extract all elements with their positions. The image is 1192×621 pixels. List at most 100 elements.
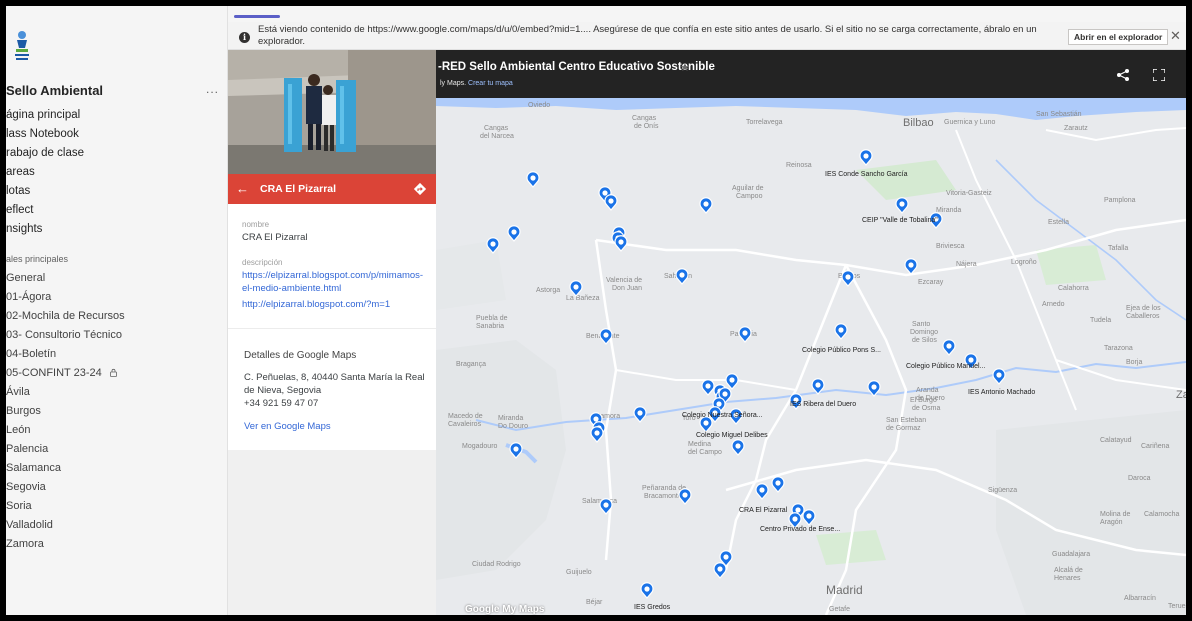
svg-text:de Silos: de Silos	[912, 337, 937, 344]
open-in-browser-button[interactable]: Abrir en el explorador	[1068, 29, 1169, 45]
team-title[interactable]: Sello Ambiental	[6, 83, 103, 98]
place-header-bar: ← CRA El Pizarral	[228, 174, 436, 204]
google-my-maps-logo: Google My Maps	[465, 604, 545, 615]
map-subtitle-prefix: ly Maps.	[440, 80, 467, 87]
channel-segovia[interactable]: Segovia	[6, 481, 46, 493]
svg-text:Ciudad Rodrigo: Ciudad Rodrigo	[472, 561, 521, 568]
descripcion-link-blog-page[interactable]: https://elpizarral.blogspot.com/p/mimamo…	[242, 269, 427, 295]
channel-leon[interactable]: León	[6, 424, 30, 436]
svg-text:Calatayud: Calatayud	[1100, 437, 1132, 444]
svg-text:Madrid: Madrid	[826, 583, 863, 597]
svg-text:Ejea de los: Ejea de los	[1126, 305, 1161, 312]
map-title: -RED Sello Ambiental Centro Educativo So…	[438, 61, 715, 73]
nav-item-grades[interactable]: lotas	[6, 185, 30, 197]
map-label-colegio-publico-manuel: Colegio Público Manuel...	[906, 363, 985, 370]
svg-text:del Narcea: del Narcea	[480, 133, 514, 140]
svg-text:Pamplona: Pamplona	[1104, 197, 1136, 204]
svg-text:Aranda: Aranda	[916, 387, 939, 394]
svg-text:Ezcaray: Ezcaray	[918, 279, 944, 286]
map-label-cra-el-pizarral: CRA El Pizarral	[739, 507, 788, 514]
svg-text:Zarautz: Zarautz	[1064, 125, 1088, 132]
active-tab-indicator	[234, 15, 280, 18]
svg-text:Mogadouro: Mogadouro	[462, 443, 498, 450]
app-frame: Sello Ambiental ... ágina principal lass…	[6, 6, 1186, 615]
map-label-ceip-valle-de-tobalina: CEIP "Valle de Tobalina"	[862, 217, 938, 224]
map-label-colegio-miguel-delibes: Colegio Miguel Delibes	[696, 432, 768, 439]
channel-avila[interactable]: Ávila	[6, 386, 30, 398]
channel-palencia[interactable]: Palencia	[6, 443, 48, 455]
svg-text:Astorga: Astorga	[536, 287, 560, 294]
map-label-ies-antonio-machado: IES Antonio Machado	[968, 389, 1035, 396]
place-details-panel: ← CRA El Pizarral nombre CRA El Pizarral…	[228, 50, 436, 615]
svg-text:Domingo: Domingo	[910, 329, 938, 336]
nav-item-home[interactable]: ágina principal	[6, 109, 80, 121]
close-icon[interactable]: ✕	[1170, 28, 1181, 44]
svg-text:Guadalajara: Guadalajara	[1052, 551, 1090, 558]
directions-icon[interactable]	[414, 183, 426, 195]
svg-text:Getafe: Getafe	[829, 606, 850, 613]
svg-text:Reinosa: Reinosa	[786, 162, 812, 169]
svg-text:Bracamonte: Bracamonte	[644, 493, 682, 500]
view-in-google-maps-link[interactable]: Ver en Google Maps	[244, 421, 331, 432]
channel-general[interactable]: General	[6, 272, 45, 284]
channel-valladolid[interactable]: Valladolid	[6, 519, 53, 531]
svg-text:Calahorra: Calahorra	[1058, 285, 1089, 292]
svg-text:Estella: Estella	[1048, 219, 1069, 226]
channel-boletin[interactable]: 04-Boletín	[6, 348, 56, 360]
svg-text:Aguilar de: Aguilar de	[732, 185, 764, 192]
svg-text:Briviesca: Briviesca	[936, 243, 965, 250]
svg-text:La Bañeza: La Bañeza	[566, 295, 600, 302]
nav-item-insights[interactable]: nsights	[6, 223, 42, 235]
svg-text:Do Douro: Do Douro	[498, 423, 528, 430]
channel-salamanca[interactable]: Salamanca	[6, 462, 61, 474]
svg-text:de Onís: de Onís	[634, 123, 659, 130]
svg-text:Logroño: Logroño	[1011, 259, 1037, 266]
svg-text:del Campo: del Campo	[688, 449, 722, 456]
channel-consultorio[interactable]: 03- Consultorio Técnico	[6, 329, 122, 341]
svg-text:Borja: Borja	[1126, 359, 1142, 366]
nav-item-class-notebook[interactable]: lass Notebook	[6, 128, 79, 140]
star-icon[interactable]: ★	[680, 61, 690, 74]
private-channel-icon	[109, 368, 117, 377]
svg-text:Sanabria: Sanabria	[476, 323, 504, 330]
map-canvas[interactable]: Oviedo Cangasde Onís Cangasdel Narcea Bi…	[436, 50, 1186, 615]
place-phone[interactable]: +34 921 59 47 07	[244, 398, 318, 409]
place-photo	[228, 50, 436, 174]
svg-text:Bragança: Bragança	[456, 361, 486, 368]
svg-text:Miranda: Miranda	[936, 207, 961, 214]
svg-text:Alcalá de: Alcalá de	[1054, 567, 1083, 574]
svg-text:Cavaleiros: Cavaleiros	[448, 421, 482, 428]
channel-zamora[interactable]: Zamora	[6, 538, 44, 550]
svg-text:Guernica y Luno: Guernica y Luno	[944, 119, 995, 126]
channel-confint[interactable]: 05-CONFINT 23-24	[6, 367, 118, 379]
info-bar-text: Está viendo contenido de https://www.goo…	[258, 24, 1037, 47]
more-options-icon[interactable]: ...	[206, 82, 219, 96]
svg-text:El Burgo: El Burgo	[910, 397, 937, 404]
svg-text:Cangas: Cangas	[484, 125, 509, 132]
channel-agora[interactable]: 01-Ágora	[6, 291, 51, 303]
svg-text:Albarracín: Albarracín	[1124, 595, 1156, 602]
svg-text:Puebla de: Puebla de	[476, 315, 508, 322]
channel-burgos[interactable]: Burgos	[6, 405, 41, 417]
svg-text:Nájera: Nájera	[956, 261, 977, 268]
svg-text:Peñaranda de: Peñaranda de	[642, 485, 686, 492]
create-map-link[interactable]: Crear tu mapa	[468, 80, 513, 87]
nav-item-classwork[interactable]: rabajo de clase	[6, 147, 84, 159]
descripcion-link-blog-home[interactable]: http://elpizarral.blogspot.com/?m=1	[242, 298, 427, 311]
channel-mochila[interactable]: 02-Mochila de Recursos	[6, 310, 125, 322]
svg-text:Arnedo: Arnedo	[1042, 301, 1065, 308]
nav-item-reflect[interactable]: eflect	[6, 204, 34, 216]
share-icon[interactable]	[1116, 68, 1130, 82]
back-arrow-icon[interactable]: ←	[236, 181, 249, 196]
nombre-value: CRA El Pizarral	[242, 232, 308, 243]
tab-strip	[228, 6, 1186, 22]
svg-text:Teruel: Teruel	[1168, 603, 1186, 610]
fullscreen-icon[interactable]	[1153, 69, 1165, 81]
channel-soria[interactable]: Soria	[6, 500, 32, 512]
nav-item-assignments[interactable]: areas	[6, 166, 35, 178]
svg-text:Vitoria-Gasteiz: Vitoria-Gasteiz	[946, 190, 992, 197]
channel-confint-label: 05-CONFINT 23-24	[6, 367, 102, 379]
svg-text:Miranda: Miranda	[498, 415, 523, 422]
svg-text:Caballeros: Caballeros	[1126, 313, 1160, 320]
svg-text:Cangas: Cangas	[632, 115, 657, 122]
